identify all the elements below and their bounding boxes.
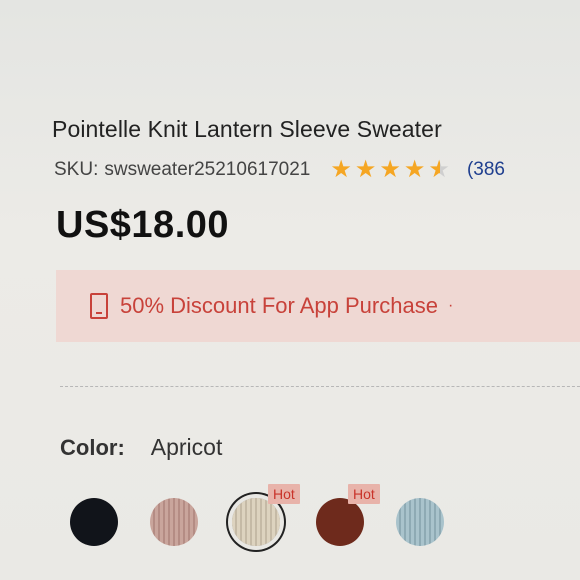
half-star-icon: ★ bbox=[428, 156, 450, 183]
review-count-link[interactable]: (386 bbox=[467, 159, 505, 181]
sku-rating-row: SKU: swsweater25210617021 ★ ★ ★ ★ ★ (386 bbox=[54, 158, 505, 182]
sku-value: swsweater25210617021 bbox=[104, 159, 311, 180]
product-price: US$18.00 bbox=[56, 204, 230, 246]
color-swatch-blue[interactable] bbox=[396, 498, 444, 546]
color-swatch-black[interactable] bbox=[70, 498, 118, 546]
star-icon: ★ bbox=[403, 156, 426, 183]
dashed-divider bbox=[60, 386, 580, 387]
selected-color-value: Apricot bbox=[150, 434, 223, 460]
phone-icon bbox=[90, 293, 108, 319]
color-swatch-apricot[interactable] bbox=[232, 498, 280, 546]
sku-label: SKU: bbox=[54, 159, 99, 180]
app-discount-banner[interactable]: 50% Discount For App Purchase · bbox=[56, 270, 580, 342]
color-swatch-brown[interactable] bbox=[316, 498, 364, 546]
app-discount-text: 50% Discount For App Purchase bbox=[120, 293, 438, 318]
product-title: Pointelle Knit Lantern Sleeve Sweater bbox=[52, 116, 442, 142]
hot-badge-apricot: Hot bbox=[268, 484, 300, 504]
star-icon: ★ bbox=[379, 156, 401, 183]
rating-stars[interactable]: ★ ★ ★ ★ ★ bbox=[330, 158, 453, 182]
star-icon: ★ bbox=[330, 156, 352, 183]
color-swatch-pink[interactable] bbox=[150, 498, 198, 546]
hot-badge-brown: Hot bbox=[348, 484, 380, 504]
product-detail-page: Pointelle Knit Lantern Sleeve Sweater SK… bbox=[0, 0, 580, 580]
color-row: Color: Apricot bbox=[60, 434, 222, 461]
color-label: Color: bbox=[60, 435, 125, 460]
star-icon: ★ bbox=[354, 156, 377, 183]
promo-dot: · bbox=[447, 297, 454, 314]
color-swatches: Hot Hot bbox=[70, 484, 470, 550]
